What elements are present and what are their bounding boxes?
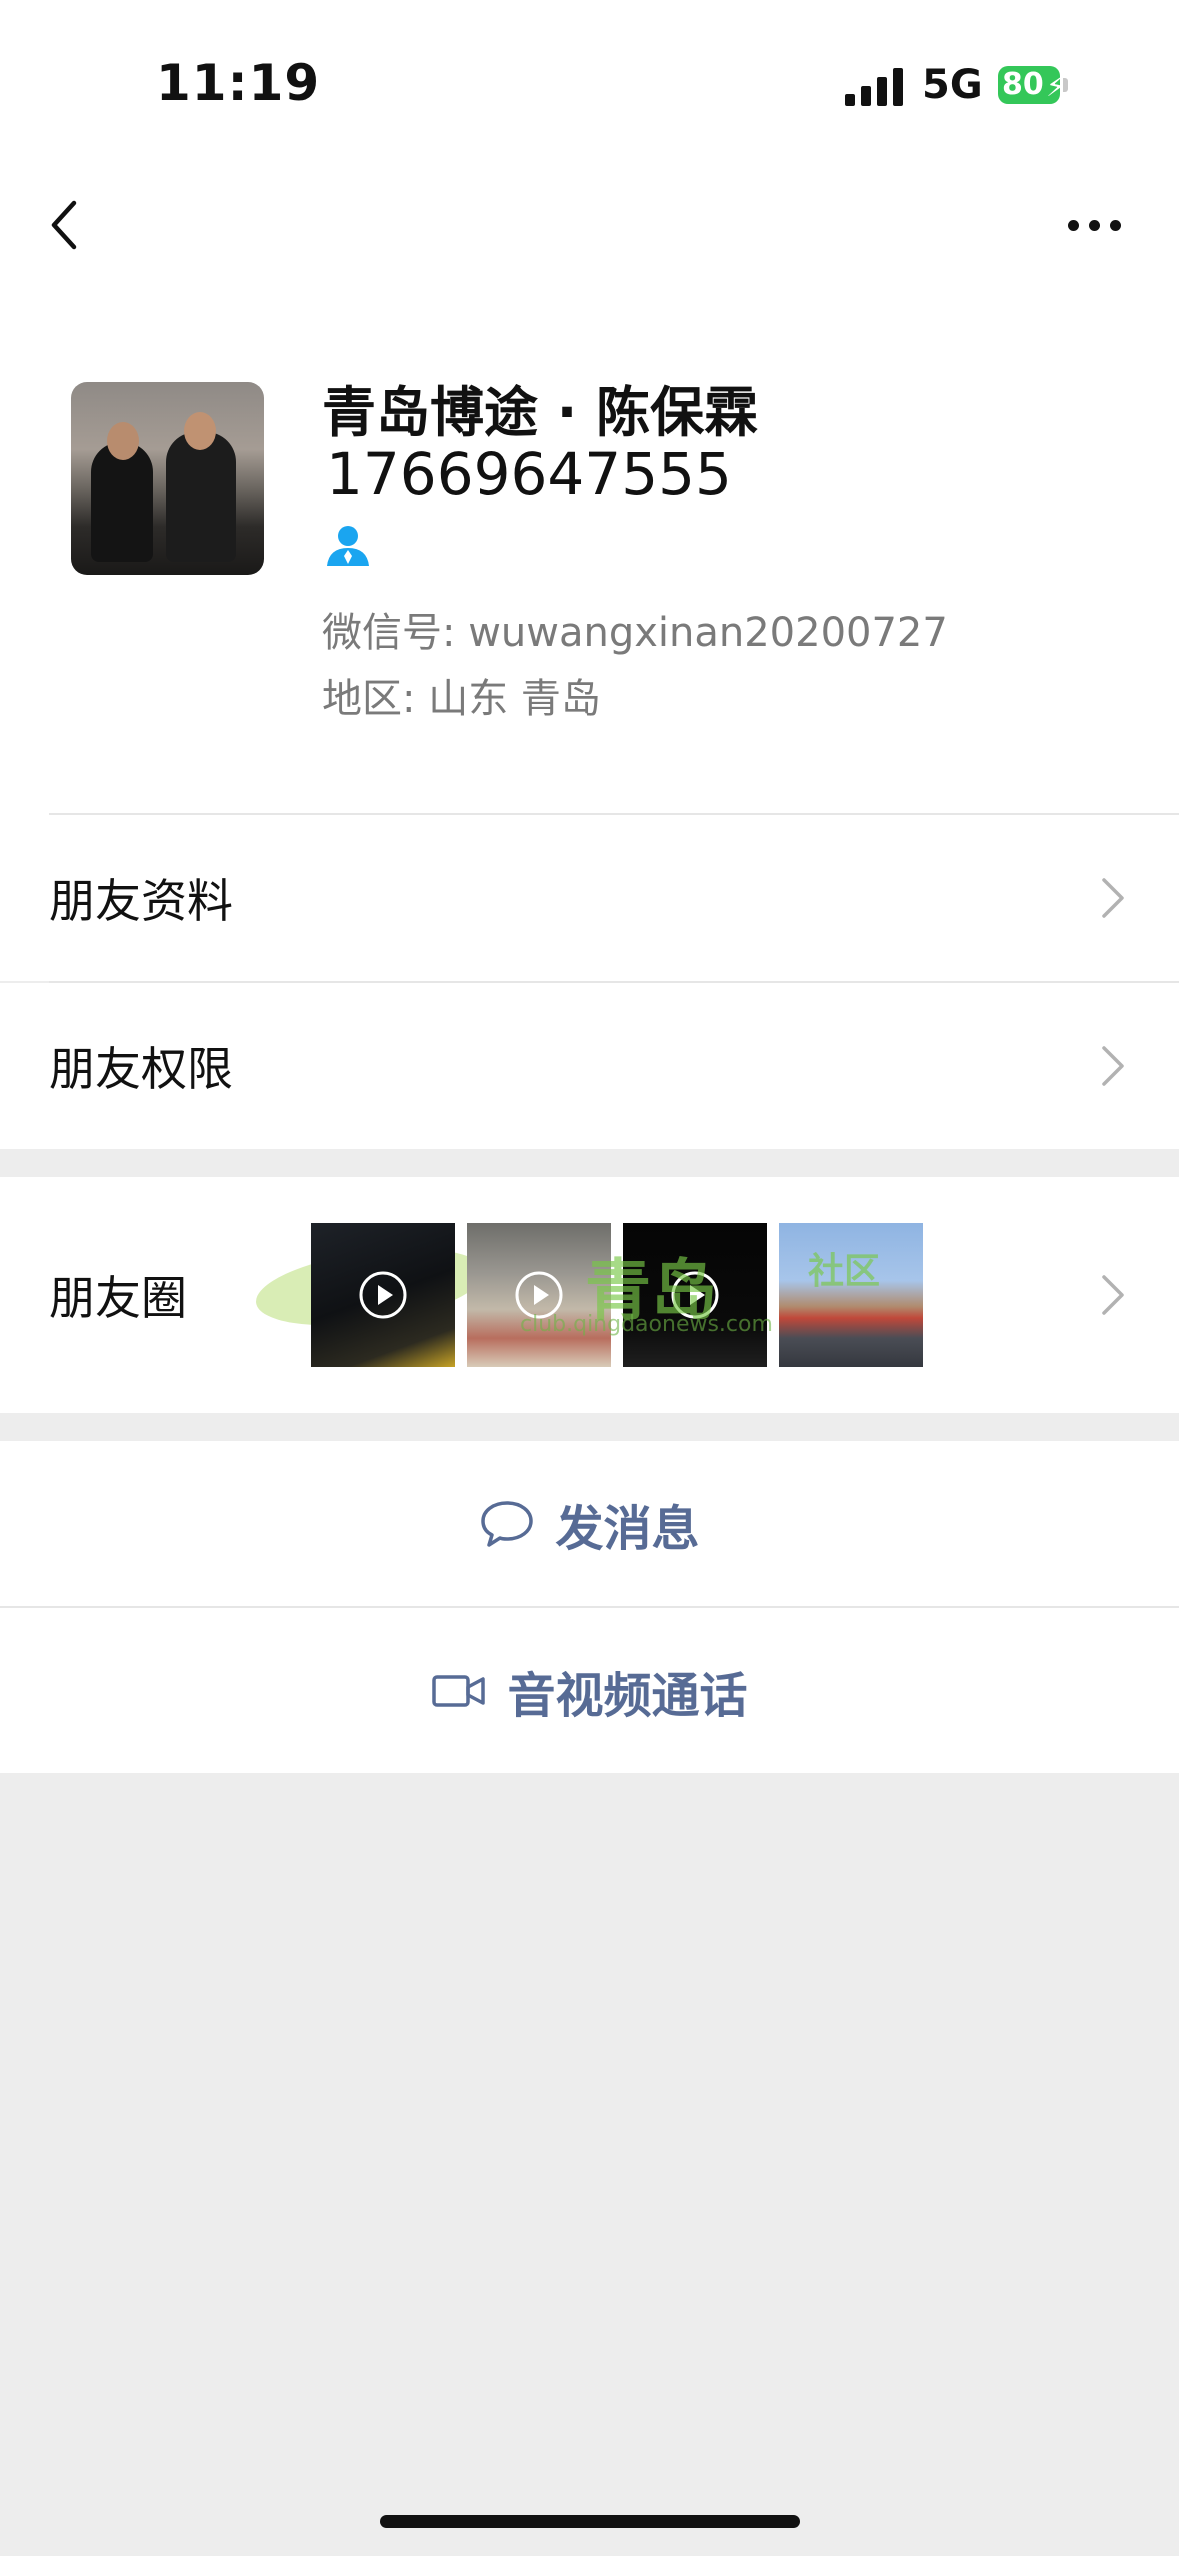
friend-permissions-row[interactable]: 朋友权限: [0, 983, 1179, 1149]
moments-label: 朋友圈: [49, 1271, 187, 1325]
contact-phone[interactable]: 17669647555: [326, 440, 732, 508]
chevron-left-icon: [51, 200, 77, 250]
video-camera-icon: [432, 1674, 486, 1707]
moments-row[interactable]: 朋友圈 青岛 社区 club.qingdaonews.com: [0, 1177, 1179, 1413]
friend-info-label: 朋友资料: [49, 874, 233, 928]
signal-icon: [845, 68, 905, 106]
video-call-label: 音视频通话: [507, 1667, 748, 1724]
charging-icon: ⚡: [1046, 70, 1066, 103]
status-time: 11:19: [156, 54, 321, 112]
video-call-button[interactable]: 音视频通话: [0, 1608, 1179, 1773]
network-type: 5G: [922, 62, 983, 108]
back-button[interactable]: [40, 195, 100, 255]
chevron-right-icon: [1102, 1275, 1124, 1315]
chevron-right-icon: [1102, 878, 1124, 918]
profile-card: 青岛博途 · 陈保霖 17669647555 微信号: wuwangxinan2…: [0, 300, 1179, 815]
person-icon: [325, 522, 371, 568]
battery-level: 80: [1002, 67, 1044, 102]
friend-info-row[interactable]: 朋友资料: [0, 815, 1179, 981]
status-bar: 11:19 5G 80 ⚡: [0, 0, 1179, 150]
more-button[interactable]: [1060, 210, 1130, 240]
watermark-subtext: 社区: [808, 1251, 881, 1292]
contact-name: 青岛博途 · 陈保霖: [322, 381, 759, 444]
home-indicator: [380, 2515, 800, 2528]
more-dots-icon: [1068, 220, 1079, 231]
send-message-button[interactable]: 发消息: [0, 1441, 1179, 1606]
avatar[interactable]: [71, 382, 264, 575]
wechat-id[interactable]: 微信号: wuwangxinan20200727: [322, 600, 948, 658]
chat-bubble-icon: [481, 1500, 534, 1547]
region: 地区: 山东 青岛: [322, 676, 601, 722]
chevron-right-icon: [1102, 1046, 1124, 1086]
watermark-url: club.qingdaonews.com: [520, 1312, 773, 1337]
play-icon: [359, 1271, 407, 1319]
nav-bar: [0, 150, 1179, 300]
send-message-label: 发消息: [555, 1500, 700, 1557]
friend-permissions-label: 朋友权限: [49, 1042, 233, 1096]
moments-thumbnail[interactable]: [311, 1223, 455, 1367]
